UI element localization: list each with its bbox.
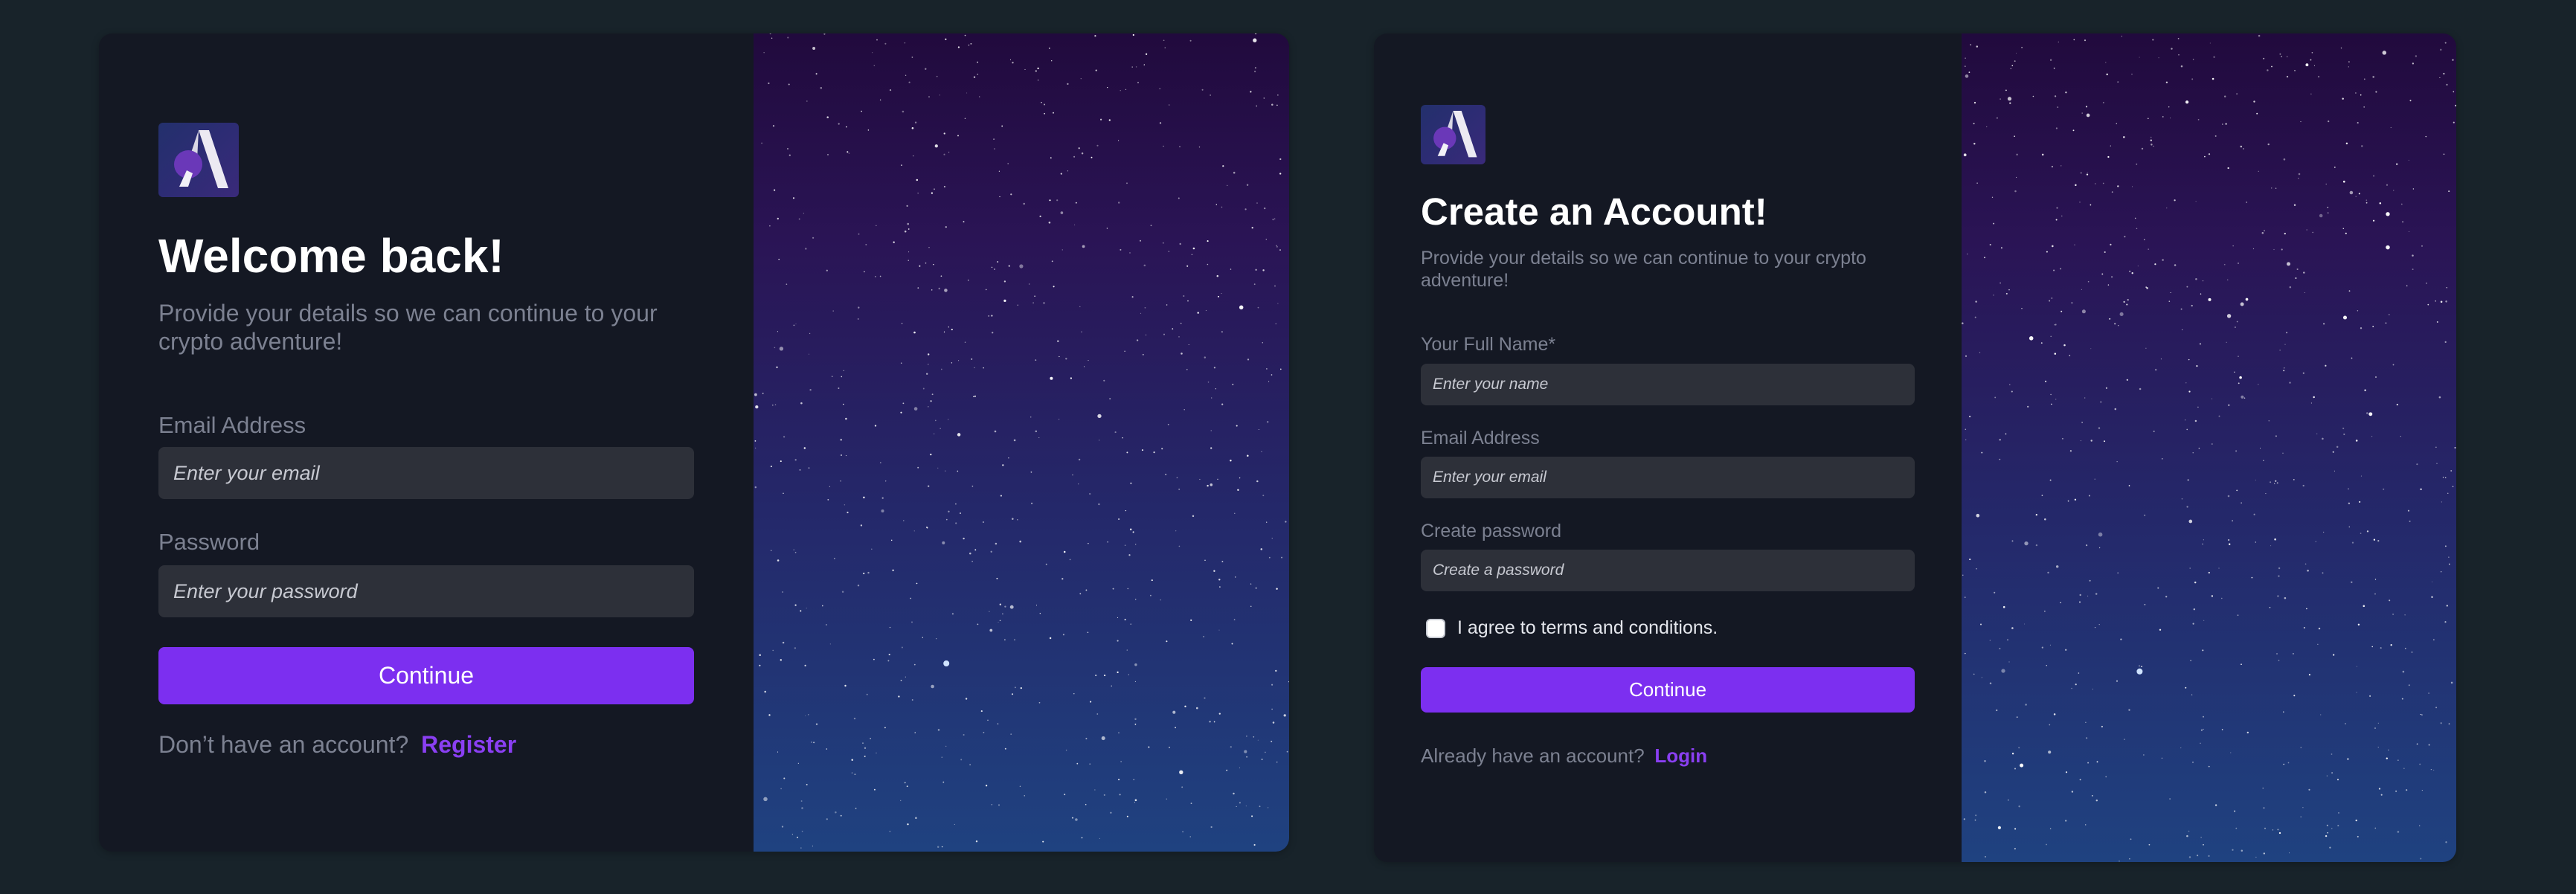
login-title: Welcome back!	[158, 229, 504, 283]
login-link[interactable]: Login	[1654, 745, 1707, 767]
register-subtitle: Provide your details so we can continue …	[1421, 248, 1866, 291]
email-label: Email Address	[158, 412, 306, 438]
app-logo-icon	[158, 123, 239, 197]
full-name-label: Your Full Name*	[1421, 334, 1556, 355]
checkbox-icon[interactable]	[1426, 618, 1445, 638]
password-field[interactable]	[158, 565, 694, 617]
login-prompt-text: Already have an account?	[1421, 745, 1645, 767]
password-label: Password	[158, 529, 260, 555]
terms-row: I agree to terms and conditions.	[1426, 617, 1718, 639]
email-field[interactable]	[158, 447, 694, 499]
register-link[interactable]: Register	[421, 731, 516, 758]
continue-button[interactable]: Continue	[1421, 667, 1915, 713]
register-prompt-text: Don’t have an account?	[158, 731, 409, 758]
continue-button[interactable]: Continue	[158, 647, 694, 704]
stars-layer	[1962, 34, 2456, 862]
login-prompt: Already have an account? Login	[1421, 745, 1707, 768]
terms-label: I agree to terms and conditions.	[1457, 617, 1718, 638]
starfield-image	[1962, 33, 2456, 862]
starfield-image	[754, 33, 1289, 852]
login-card: Welcome back! Provide your details so we…	[99, 33, 1289, 852]
create-password-field[interactable]	[1421, 550, 1915, 591]
app-logo-icon	[1421, 105, 1485, 164]
create-password-label: Create password	[1421, 521, 1561, 541]
full-name-field[interactable]	[1421, 364, 1915, 405]
register-prompt: Don’t have an account? Register	[158, 731, 516, 759]
login-form-pane: Welcome back! Provide your details so we…	[99, 33, 754, 852]
stars-layer	[754, 33, 1289, 849]
email-field[interactable]	[1421, 457, 1915, 498]
register-form-pane: Create an Account! Provide your details …	[1374, 33, 1962, 862]
register-card: Create an Account! Provide your details …	[1374, 33, 2456, 862]
login-subtitle: Provide your details so we can continue …	[158, 300, 658, 356]
register-title: Create an Account!	[1421, 190, 1767, 233]
email-label: Email Address	[1421, 428, 1540, 448]
